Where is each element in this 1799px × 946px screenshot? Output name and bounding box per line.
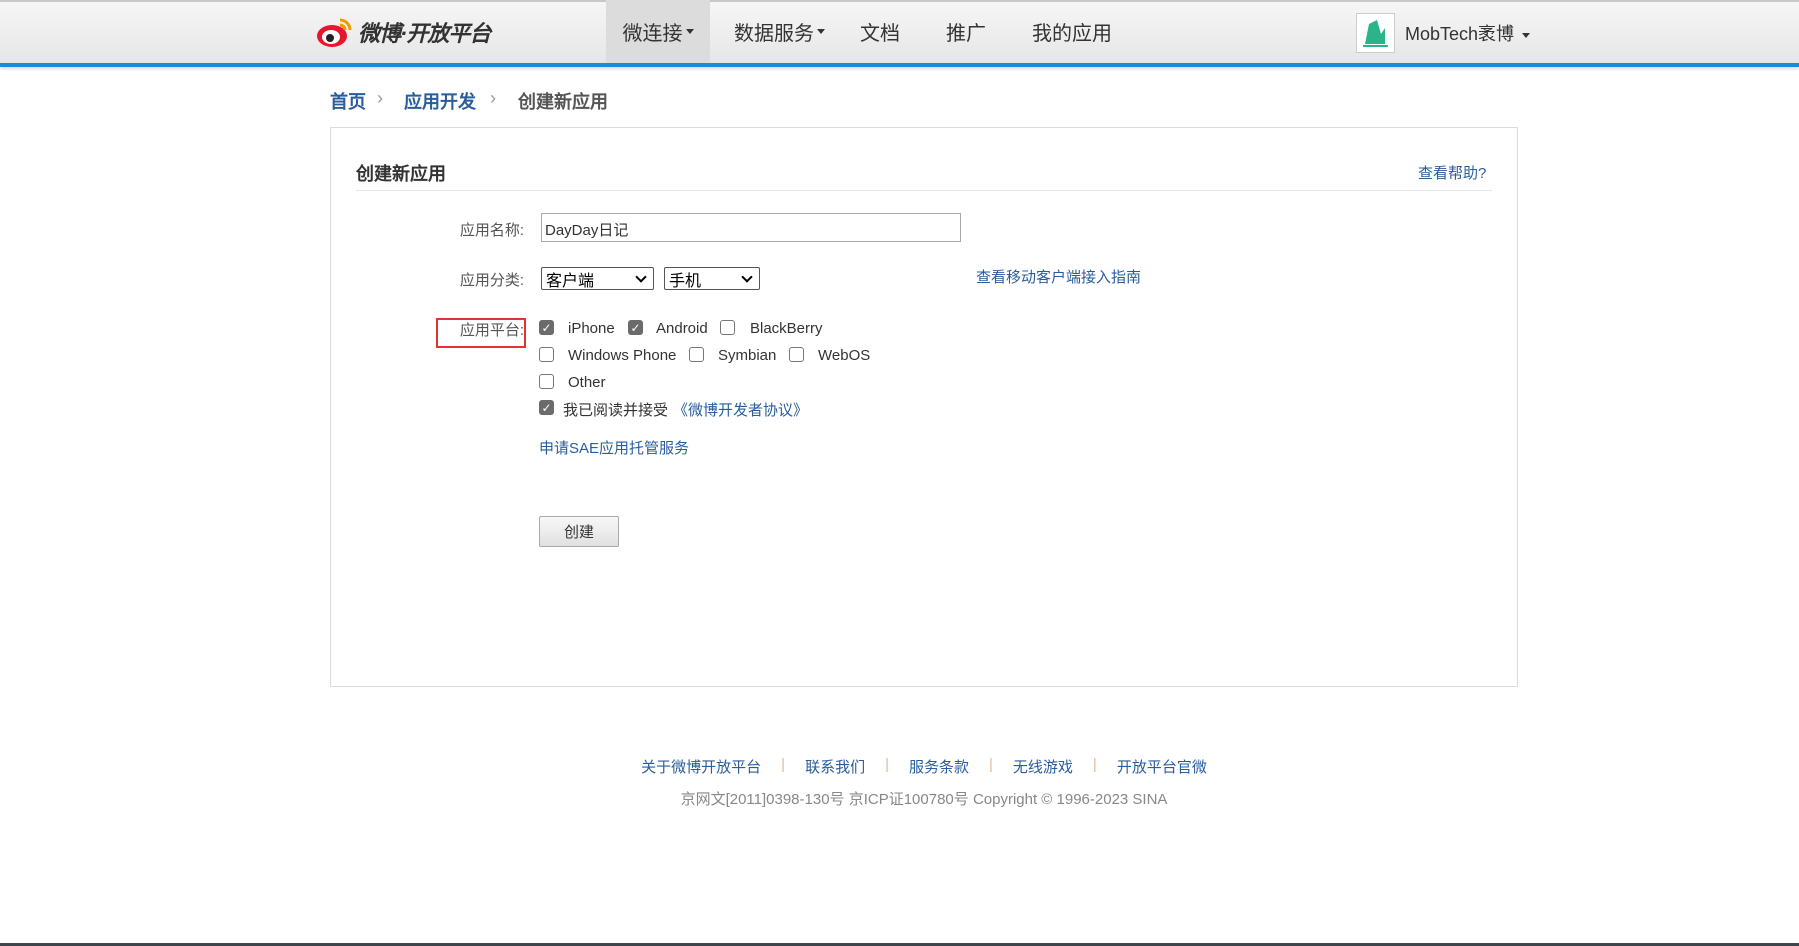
checkbox-symbian[interactable] xyxy=(689,347,704,362)
developer-agreement-link[interactable]: 《微博开发者协议》 xyxy=(673,399,808,420)
checkbox-other[interactable] xyxy=(539,374,554,389)
chevron-down-icon xyxy=(741,270,753,283)
breadcrumb-separator-icon: › xyxy=(490,88,496,108)
username: MobTech袤博 xyxy=(1405,24,1515,44)
checkbox-label: Symbian xyxy=(718,347,777,364)
nav-label: 文档 xyxy=(860,23,900,45)
footer-link-contact[interactable]: 联系我们 xyxy=(785,756,885,777)
nav-data-services[interactable]: 数据服务 xyxy=(734,0,825,63)
checkbox-label: BlackBerry xyxy=(750,320,823,337)
footer-link-official-weibo[interactable]: 开放平台官微 xyxy=(1097,756,1227,777)
weibo-logo[interactable]: 微博·开放平台 xyxy=(316,14,491,50)
checkbox-label: Android xyxy=(656,320,708,337)
nav-label: 微连接 xyxy=(622,23,683,45)
subcategory-value: 手机 xyxy=(669,272,702,290)
checkbox-iphone[interactable]: ✓ xyxy=(539,320,554,335)
header-accent-line xyxy=(0,63,1799,67)
app-category-label: 应用分类: xyxy=(459,272,524,289)
nav-label: 我的应用 xyxy=(1032,23,1112,45)
footer-link-terms[interactable]: 服务条款 xyxy=(889,756,989,777)
caret-down-icon xyxy=(1522,32,1531,38)
nav-label: 推广 xyxy=(946,23,986,45)
app-platform-label: 应用平台: xyxy=(459,322,524,339)
divider xyxy=(356,190,1492,191)
caret-down-icon xyxy=(817,29,825,34)
mobile-guide-link[interactable]: 查看移动客户端接入指南 xyxy=(976,266,1141,287)
panel-title: 创建新应用 xyxy=(356,164,446,184)
app-name-label: 应用名称: xyxy=(459,222,524,239)
footer-link-games[interactable]: 无线游戏 xyxy=(993,756,1093,777)
subcategory-select[interactable]: 手机 xyxy=(664,267,760,290)
create-app-panel xyxy=(330,127,1518,687)
nav-label: 数据服务 xyxy=(734,23,814,45)
nav-my-apps[interactable]: 我的应用 xyxy=(1032,0,1112,63)
nav-docs[interactable]: 文档 xyxy=(860,0,900,63)
checkbox-webos[interactable] xyxy=(789,347,804,362)
sae-hosting-link[interactable]: 申请SAE应用托管服务 xyxy=(539,437,689,458)
checkbox-label: Windows Phone xyxy=(568,347,677,364)
footer-link-about[interactable]: 关于微博开放平台 xyxy=(621,756,781,777)
user-menu[interactable]: MobTech袤博 xyxy=(1405,20,1531,46)
checkbox-agree[interactable]: ✓ xyxy=(539,400,554,415)
checkbox-label: WebOS xyxy=(818,347,871,364)
app-name-input[interactable]: DayDay日记 xyxy=(541,213,961,242)
breadcrumb-app-dev[interactable]: 应用开发 xyxy=(404,88,476,114)
checkbox-label: iPhone xyxy=(568,320,615,337)
copyright: 京网文[2011]0398-130号 京ICP证100780号 Copyrigh… xyxy=(680,791,1168,808)
checkbox-blackberry[interactable] xyxy=(720,320,735,335)
checkbox-label: Other xyxy=(568,374,606,391)
nav-promote[interactable]: 推广 xyxy=(946,0,986,63)
avatar[interactable] xyxy=(1356,13,1395,53)
category-select[interactable]: 客户端 xyxy=(541,267,654,290)
agree-text: 我已阅读并接受 xyxy=(563,402,669,419)
caret-down-icon xyxy=(685,29,694,34)
checkbox-windows-phone[interactable] xyxy=(539,347,554,362)
checkbox-android[interactable]: ✓ xyxy=(628,320,643,335)
weibo-eye-icon xyxy=(316,16,354,48)
breadcrumb-home[interactable]: 首页 xyxy=(330,88,366,114)
nav-weilianjie[interactable]: 微连接 xyxy=(606,0,710,63)
help-link[interactable]: 查看帮助? xyxy=(1418,162,1486,183)
footer-links: 关于微博开放平台 | 联系我们 | 服务条款 | 无线游戏 | 开放平台官微 xyxy=(0,756,1799,777)
chevron-down-icon xyxy=(635,270,647,283)
logo-text: 微博·开放平台 xyxy=(358,21,491,46)
category-value: 客户端 xyxy=(546,272,595,290)
breadcrumb-separator-icon: › xyxy=(377,88,383,108)
breadcrumb-current: 创建新应用 xyxy=(518,92,608,112)
create-button[interactable]: 创建 xyxy=(539,516,619,547)
